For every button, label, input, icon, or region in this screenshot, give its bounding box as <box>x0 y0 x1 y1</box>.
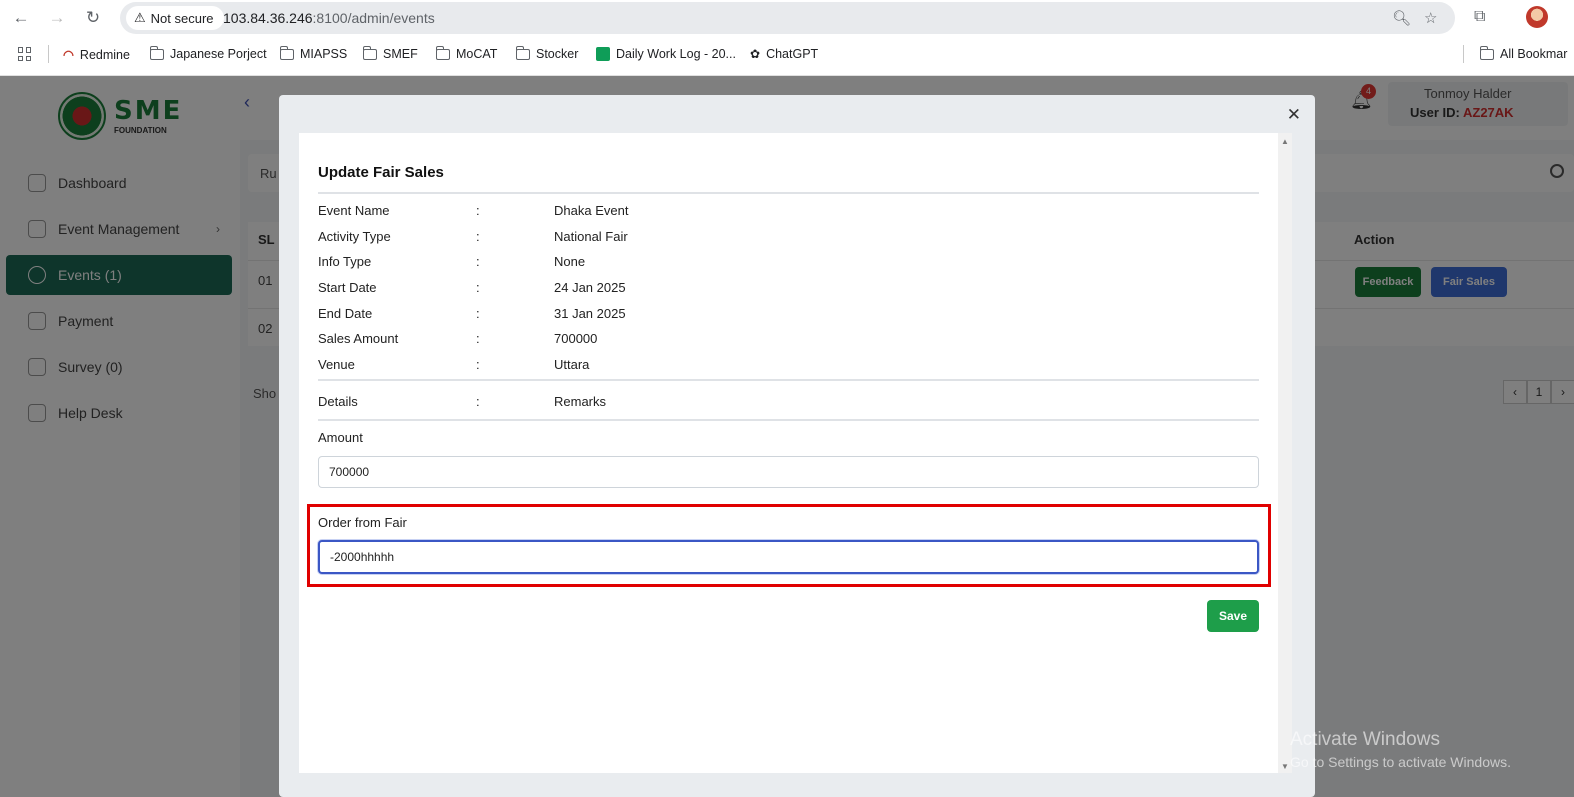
order-from-fair-label: Order from Fair <box>318 515 407 530</box>
redmine-icon: ◠ <box>63 48 74 62</box>
bookmark-mocat[interactable]: MoCAT <box>435 45 497 61</box>
divider <box>318 419 1259 421</box>
info-row-venue: Venue: Uttara <box>318 357 590 372</box>
apps-icon[interactable] <box>18 47 32 61</box>
bookmark-smef[interactable]: SMEF <box>362 45 418 61</box>
folder-icon <box>515 45 530 60</box>
sheets-icon <box>596 47 610 61</box>
bookmark-stocker[interactable]: Stocker <box>515 45 578 61</box>
folder-icon <box>1479 45 1494 60</box>
profile-avatar[interactable] <box>1526 6 1548 28</box>
bookmark-divider <box>48 45 49 63</box>
forward-icon[interactable]: → <box>46 8 68 28</box>
bookmark-redmine[interactable]: ◠ Redmine <box>63 47 130 63</box>
info-row-event-name: Event Name: Dhaka Event <box>318 203 629 218</box>
windows-activation-watermark: Activate Windows Go to Settings to activ… <box>1290 729 1511 770</box>
info-row-info-type: Info Type: None <box>318 254 586 269</box>
info-row-activity-type: Activity Type: National Fair <box>318 229 628 244</box>
bookmark-chatgpt[interactable]: ✿ ChatGPT <box>750 47 818 61</box>
bookmark-divider <box>1463 45 1464 63</box>
security-label: Not secure <box>150 10 214 26</box>
address-bar[interactable]: ⚠ Not secure 103.84.36.246:8100/admin/ev… <box>120 2 1455 34</box>
info-row-start-date: Start Date:24 Jan 2025 <box>318 280 626 295</box>
amount-label: Amount <box>318 430 363 445</box>
modal-title: Update Fair Sales <box>318 164 444 181</box>
close-icon[interactable]: ✕ <box>1287 105 1301 125</box>
url-text[interactable]: 103.84.36.246:8100/admin/events <box>223 10 435 26</box>
bookmark-miapss[interactable]: MIAPSS <box>279 45 347 61</box>
back-icon[interactable]: ← <box>10 8 32 28</box>
update-fair-sales-modal: ✕ ▲ ▼ Update Fair Sales Event Name: Dhaka… <box>279 95 1315 797</box>
extensions-icon[interactable]: ⧉ <box>1474 8 1485 26</box>
info-row-sales-amount: Sales Amount:700000 <box>318 331 598 346</box>
chatgpt-icon: ✿ <box>750 47 761 61</box>
modal-scrollbar[interactable]: ▲ ▼ <box>1278 133 1292 773</box>
zoom-icon[interactable]: 🔍︎ <box>1392 9 1411 27</box>
security-chip[interactable]: ⚠ Not secure <box>126 6 224 30</box>
reload-icon[interactable]: ↻ <box>82 8 104 28</box>
scroll-down-icon[interactable]: ▼ <box>1281 762 1289 771</box>
info-row-details: Details: Remarks <box>318 394 607 409</box>
save-button[interactable]: Save <box>1207 600 1259 632</box>
bookmark-japanese-porject[interactable]: Japanese Porject <box>149 45 267 61</box>
scroll-up-icon[interactable]: ▲ <box>1281 137 1289 146</box>
folder-icon <box>149 45 164 60</box>
folder-icon <box>435 45 450 60</box>
bookmark-star-icon[interactable]: ☆ <box>1424 9 1437 27</box>
folder-icon <box>279 45 294 60</box>
amount-input[interactable] <box>318 456 1259 488</box>
browser-toolbar: ← → ↻ ⚠ Not secure 103.84.36.246:8100/ad… <box>0 0 1574 36</box>
modal-body: Update Fair Sales Event Name: Dhaka Event… <box>299 133 1278 773</box>
warning-icon: ⚠ <box>134 10 146 25</box>
bookmark-all-bookmarks[interactable]: All Bookmar <box>1479 45 1567 61</box>
divider <box>318 192 1259 194</box>
divider <box>318 379 1259 381</box>
bookmark-daily-work-log[interactable]: Daily Work Log - 20... <box>596 47 736 61</box>
order-from-fair-input[interactable] <box>318 540 1259 574</box>
info-row-end-date: End Date:31 Jan 2025 <box>318 306 626 321</box>
folder-icon <box>362 45 377 60</box>
